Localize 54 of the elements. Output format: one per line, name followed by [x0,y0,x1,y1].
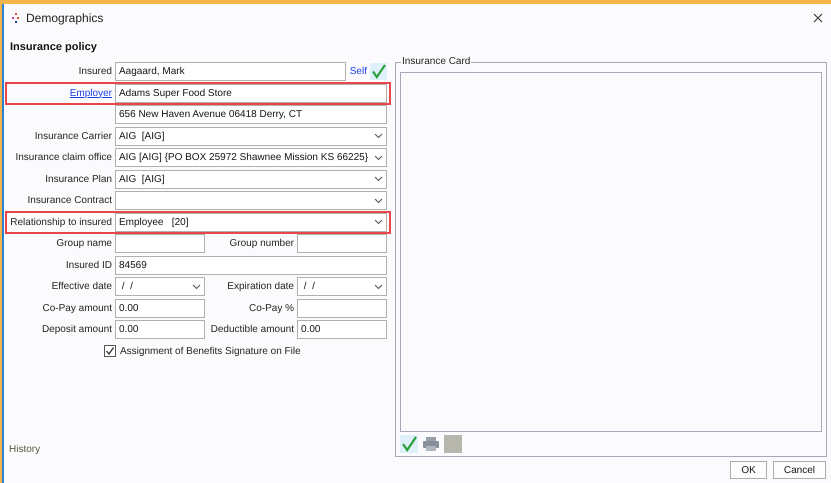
field-label: Co-Pay amount [42,302,112,314]
input-field[interactable]: 656 New Haven Avenue 06418 Derry, CT [115,105,387,124]
field-label: Insurance claim office [15,152,112,163]
window-title: Demographics [26,11,104,25]
input-field[interactable] [115,234,205,253]
dropdown-chevron-icon[interactable] [192,284,201,290]
field-label: Group number [230,238,294,249]
dropdown-chevron-icon[interactable] [374,284,383,290]
section-heading: Insurance policy [9,40,98,54]
input-field[interactable]: Aagaard, Mark [115,62,346,81]
field-label: Group name [56,238,112,249]
dialog-button[interactable]: Cancel [772,461,826,479]
history-label: History [8,444,42,457]
app-logo-icon [12,13,20,23]
input-field[interactable]: 0.00 [115,320,205,339]
input-field[interactable]: 0.00 [297,320,387,339]
dropdown-field[interactable]: / / [297,277,387,296]
checkbox[interactable] [104,345,116,357]
printer-icon[interactable] [422,435,440,453]
field-label: Insured ID [66,260,112,270]
dropdown-chevron-icon[interactable] [374,219,383,225]
checkmark-icon[interactable] [400,435,418,453]
field-label: Insurance Plan [45,174,112,184]
checkmark-icon[interactable] [370,63,387,80]
close-icon[interactable] [813,13,823,23]
field-label: Co-Pay % [248,302,294,314]
field-label: Expiration date [227,281,294,292]
dropdown-field[interactable]: Employee [20] [115,212,387,232]
input-field[interactable] [297,298,387,318]
self-link[interactable]: Self [350,66,367,77]
field-label: Insurance Carrier [34,130,112,142]
field-label: Deposit amount [42,324,112,335]
dropdown-field[interactable]: AIG [AIG] [115,126,387,146]
dropdown-field[interactable]: AIG [AIG] {PO BOX 25972 Shawnee Mission KS 66225} [115,148,387,167]
employer-link[interactable]: Employer [70,88,112,98]
field-label: Deductible amount [210,324,294,335]
dropdown-chevron-icon[interactable] [374,176,383,182]
checkbox-label: Assignment of Benefits Signature on File [120,346,301,356]
input-field[interactable]: Adams Super Food Store [115,84,387,102]
panel-title: Insurance Card [401,56,472,67]
dropdown-field[interactable] [115,191,387,210]
input-field[interactable] [297,234,387,253]
dropdown-field[interactable]: AIG [AIG] [115,170,387,188]
field-label: Effective date [52,281,112,292]
input-field[interactable]: 84569 [115,256,387,274]
field-label: Relationship to insured [10,216,112,228]
input-field[interactable]: 0.00 [115,298,205,318]
dialog-button[interactable]: OK [730,461,767,479]
dropdown-chevron-icon[interactable] [374,133,383,139]
dropdown-chevron-icon[interactable] [374,154,383,160]
field-label: Insured [78,66,112,77]
field-label: Insurance Contract [28,195,112,206]
dropdown-field[interactable]: / / [115,277,205,296]
dropdown-chevron-icon[interactable] [374,198,383,204]
